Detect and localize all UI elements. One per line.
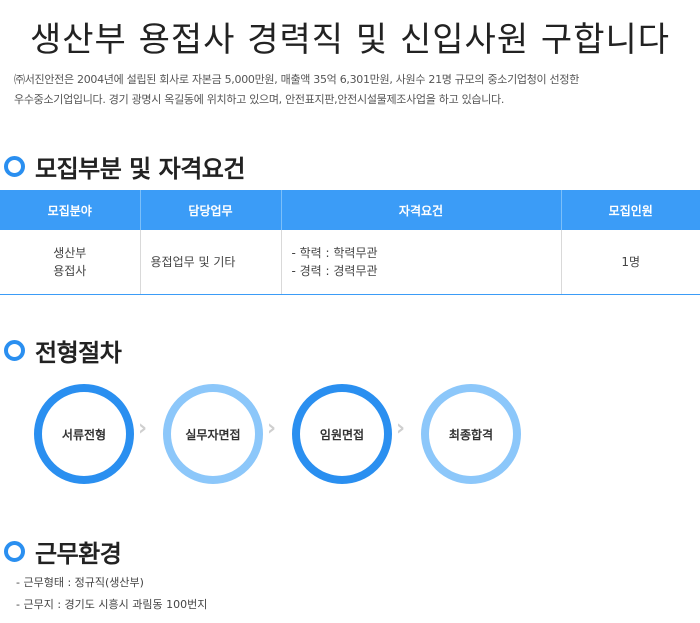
column-header: 모집인원 xyxy=(561,190,700,230)
section-process-heading: 전형절차 xyxy=(4,334,122,367)
column-header: 모집분야 xyxy=(0,190,141,230)
section-title: 근무환경 xyxy=(35,539,122,568)
work-environment: - 근무형태 : 정규직(생산부) - 근무지 : 경기도 시흥시 과림동 10… xyxy=(16,574,207,618)
qualification-line: - 학력 : 학력무관 xyxy=(291,246,378,260)
chevron-right-icon: › xyxy=(267,416,277,441)
section-work-heading: 근무환경 xyxy=(4,535,122,568)
company-intro: ㈜서진안전은 2004년에 설립된 회사로 자본금 5,000만원, 매출액 3… xyxy=(14,70,694,110)
field-line: 용접사 xyxy=(53,264,87,278)
section-title: 전형절차 xyxy=(35,338,122,367)
table-header-row: 모집분야 담당업무 자격요건 모집인원 xyxy=(0,190,700,230)
section-title: 모집부분 및 자격요건 xyxy=(35,154,245,183)
column-header: 자격요건 xyxy=(281,190,562,230)
section-recruit-heading: 모집부분 및 자격요건 xyxy=(4,150,245,183)
intro-line-1: ㈜서진안전은 2004년에 설립된 회사로 자본금 5,000만원, 매출액 3… xyxy=(14,73,580,86)
cell-count: 1명 xyxy=(561,230,700,295)
circle-bullet-icon xyxy=(4,540,25,562)
process-step: 최종합격 xyxy=(421,384,521,484)
intro-line-2: 우수중소기업입니다. 경기 광명시 옥길동에 위치하고 있으며, 안전표지판,안… xyxy=(14,93,505,106)
work-location: - 근무지 : 경기도 시흥시 과림동 100번지 xyxy=(16,598,208,611)
chevron-right-icon: › xyxy=(396,416,406,441)
process-step: 임원면접 xyxy=(292,384,392,484)
table-row: 생산부 용접사 용접업무 및 기타 - 학력 : 학력무관 - 경력 : 경력무… xyxy=(0,230,700,295)
field-line: 생산부 xyxy=(53,246,87,260)
column-header: 담당업무 xyxy=(140,190,282,230)
work-type: - 근무형태 : 정규직(생산부) xyxy=(16,576,144,589)
process-step: 실무자면접 xyxy=(163,384,263,484)
chevron-right-icon: › xyxy=(138,416,148,441)
requirements-table: 모집분야 담당업무 자격요건 모집인원 생산부 용접사 용접업무 및 기타 - … xyxy=(0,190,700,295)
process-step: 서류전형 xyxy=(34,384,134,484)
circle-bullet-icon xyxy=(4,155,25,177)
process-steps: 서류전형 › 실무자면접 › 임원면접 › 최종합격 xyxy=(0,384,700,484)
qualification-line: - 경력 : 경력무관 xyxy=(291,264,378,278)
cell-qualification: - 학력 : 학력무관 - 경력 : 경력무관 xyxy=(281,230,562,295)
circle-bullet-icon xyxy=(4,339,25,361)
cell-field: 생산부 용접사 xyxy=(0,230,141,295)
cell-duty: 용접업무 및 기타 xyxy=(140,230,282,295)
page-title: 생산부 용접사 경력직 및 신입사원 구합니다 xyxy=(29,20,671,60)
